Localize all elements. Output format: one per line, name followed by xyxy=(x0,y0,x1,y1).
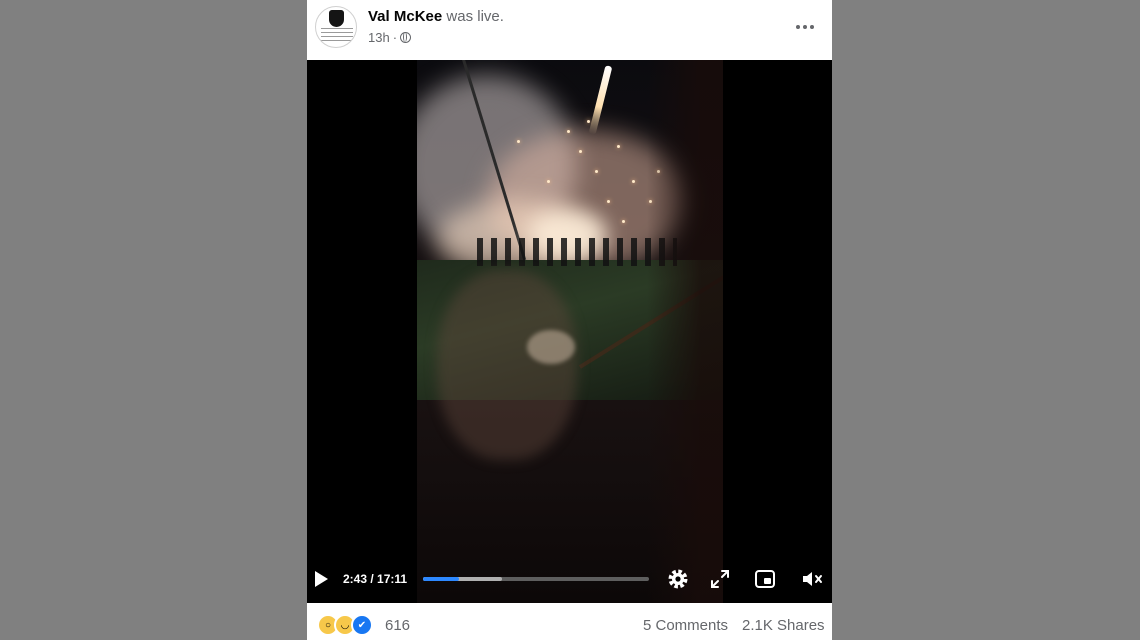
volume-muted-icon[interactable] xyxy=(800,567,824,591)
reactions[interactable]: ○ ◡ ✔ xyxy=(317,614,373,636)
video-controls: 2:43 / 17:11 xyxy=(307,563,832,597)
meta-separator: · xyxy=(392,30,398,45)
video-player[interactable]: 2:43 / 17:11 xyxy=(307,60,832,603)
post-header: Val McKee was live. 13h · xyxy=(307,0,832,60)
picture-in-picture-icon[interactable] xyxy=(753,567,777,591)
like-reaction-icon: ✔ xyxy=(351,614,373,636)
fullscreen-icon[interactable] xyxy=(708,567,732,591)
author-name[interactable]: Val McKee xyxy=(368,8,442,25)
progress-played xyxy=(423,577,459,581)
globe-icon[interactable] xyxy=(400,32,412,43)
author-line: Val McKee was live. xyxy=(368,8,504,25)
feed-post: Val McKee was live. 13h · 2:43 / 17:11 ○… xyxy=(307,0,832,640)
play-icon[interactable] xyxy=(315,571,328,587)
author-avatar[interactable] xyxy=(315,6,357,48)
settings-icon[interactable] xyxy=(666,567,690,591)
shield-icon xyxy=(329,10,344,27)
progress-bar[interactable] xyxy=(423,577,649,581)
reaction-count[interactable]: 616 xyxy=(385,617,410,634)
more-horizontal-icon xyxy=(796,25,800,29)
more-options-button[interactable] xyxy=(787,17,823,37)
time-display: 2:43 / 17:11 xyxy=(343,572,408,586)
shares-link[interactable]: 2.1K Shares xyxy=(742,617,825,634)
post-meta: 13h · xyxy=(368,30,412,45)
post-timestamp[interactable]: 13h xyxy=(368,30,390,45)
comments-link[interactable]: 5 Comments xyxy=(643,617,728,634)
post-action: was live. xyxy=(446,8,504,25)
post-footer: ○ ◡ ✔ 616 5 Comments 2.1K Shares xyxy=(307,603,832,640)
avatar-text-lines xyxy=(321,28,353,44)
video-frame xyxy=(417,60,723,603)
